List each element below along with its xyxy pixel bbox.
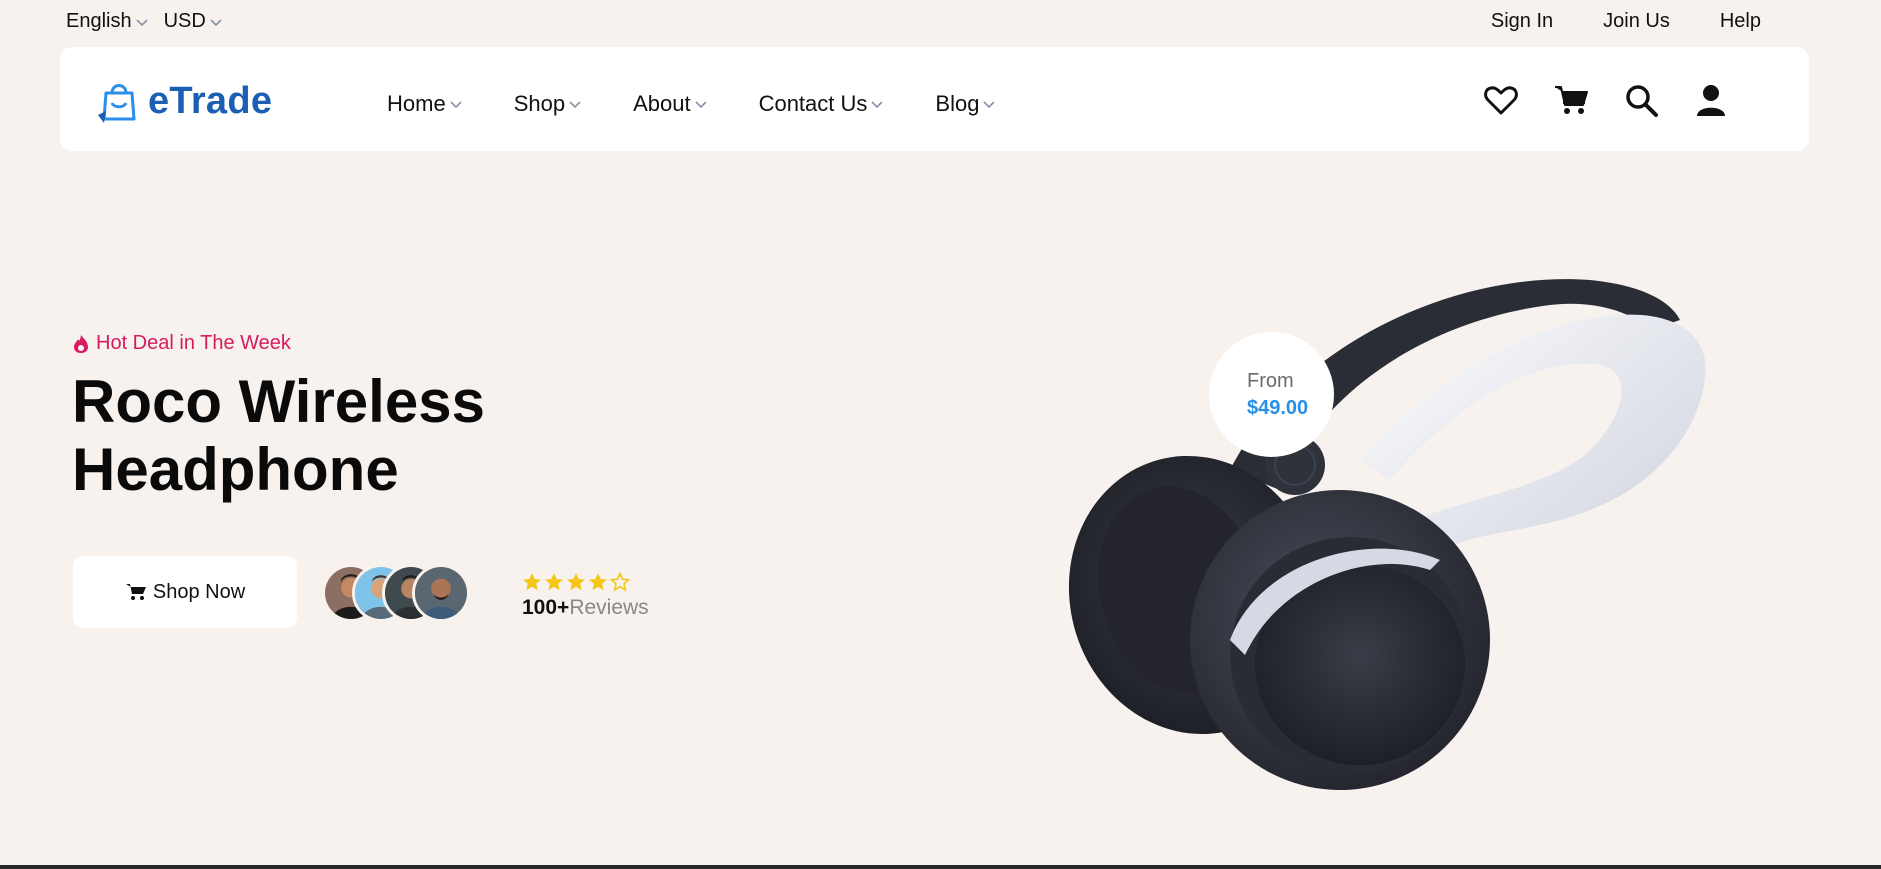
language-label: English — [66, 10, 132, 32]
nav-item-label: Blog — [935, 91, 980, 116]
brand-logo[interactable]: eTrade — [96, 77, 272, 125]
reviews-label: Reviews — [569, 596, 649, 619]
currency-label: USD — [163, 10, 206, 32]
hot-deal-tag: Hot Deal in The Week — [72, 332, 291, 355]
nav-item-label: Shop — [513, 91, 566, 116]
nav-item-shop[interactable]: Shop — [514, 91, 583, 117]
language-selector[interactable]: English — [66, 10, 150, 33]
shopping-bag-icon — [98, 84, 136, 123]
reviews-number: 100+ — [522, 596, 570, 619]
shop-now-button[interactable]: Shop Now — [73, 556, 297, 628]
price-from-label: From — [1247, 369, 1294, 392]
sign-in-link[interactable]: Sign In — [1491, 10, 1553, 33]
nav-item-about[interactable]: About — [633, 91, 709, 117]
chevron-down-icon — [693, 96, 709, 112]
top-bar-links: Sign In Join Us Help — [1491, 10, 1761, 33]
cart-icon[interactable] — [1553, 82, 1589, 118]
main-nav: Home Shop About Contact Us Blog — [387, 91, 997, 117]
hero-title-line-2: Headphone — [72, 436, 399, 503]
chevron-down-icon — [981, 96, 997, 112]
star-outline-icon — [610, 572, 630, 592]
help-link[interactable]: Help — [1720, 10, 1761, 33]
fire-icon — [74, 334, 88, 353]
currency-selector[interactable]: USD — [164, 10, 224, 33]
join-us-link[interactable]: Join Us — [1603, 10, 1670, 33]
hero-title-line-1: Roco Wireless — [72, 368, 485, 435]
chevron-down-icon — [208, 14, 224, 30]
top-bar: English USD Sign In Join Us Help — [0, 0, 1881, 42]
shop-now-label: Shop Now — [152, 580, 246, 603]
nav-item-label: Contact Us — [758, 91, 868, 116]
price-value: $49.00 — [1247, 396, 1309, 419]
reviews-count: 100+Reviews — [522, 596, 649, 620]
price-badge: From $49.00 — [1209, 332, 1334, 457]
user-icon[interactable] — [1693, 82, 1729, 118]
rating-block: 100+Reviews — [522, 572, 649, 620]
chevron-down-icon — [567, 96, 583, 112]
header-actions — [1483, 82, 1729, 118]
star-filled-icon — [589, 573, 607, 591]
hero-title: Roco Wireless Headphone — [72, 368, 632, 504]
chevron-down-icon — [448, 96, 464, 112]
headphone-product-image — [1030, 260, 1730, 800]
avatar — [412, 564, 470, 622]
nav-item-label: About — [633, 91, 691, 116]
star-filled-icon — [545, 573, 563, 591]
cart-icon — [125, 584, 146, 600]
star-filled-icon — [567, 573, 585, 591]
divider — [0, 865, 1881, 869]
hot-deal-label: Hot Deal in The Week — [96, 332, 291, 354]
top-bar-selectors: English USD — [66, 10, 224, 33]
chevron-down-icon — [869, 96, 885, 112]
nav-item-contact-us[interactable]: Contact Us — [759, 91, 886, 117]
brand-name: eTrade — [148, 79, 273, 122]
nav-item-blog[interactable]: Blog — [935, 91, 997, 117]
heart-icon[interactable] — [1483, 82, 1519, 118]
star-rating — [522, 572, 649, 592]
nav-item-label: Home — [387, 91, 446, 116]
star-filled-icon — [523, 573, 541, 591]
chevron-down-icon — [134, 14, 150, 30]
search-icon[interactable] — [1623, 82, 1659, 118]
main-header: eTrade Home Shop About Contact Us Blog — [60, 47, 1809, 151]
nav-item-home[interactable]: Home — [387, 91, 464, 117]
